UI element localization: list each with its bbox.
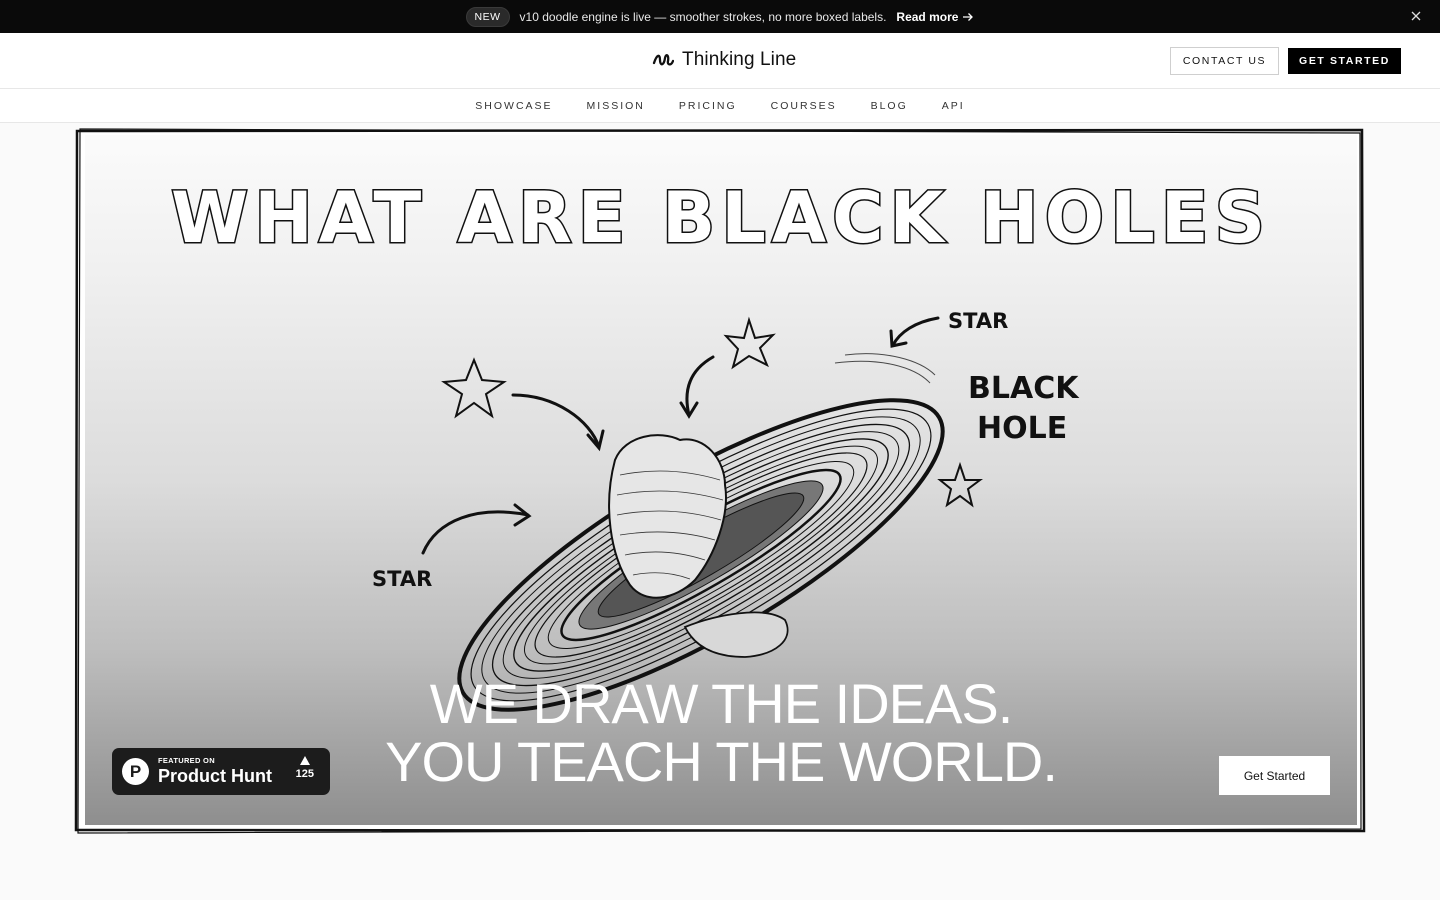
- product-hunt-logo-icon: P: [122, 758, 149, 785]
- read-more-link[interactable]: Read more: [896, 10, 974, 24]
- nav-item-blog[interactable]: BLOG: [871, 100, 908, 112]
- product-hunt-badge[interactable]: P FEATURED ON Product Hunt 125: [112, 748, 330, 795]
- brand-name: Thinking Line: [682, 49, 797, 70]
- nav-item-courses[interactable]: COURSES: [771, 100, 837, 112]
- label-star-top: STAR: [948, 309, 1009, 333]
- brand-logo[interactable]: Thinking Line: [652, 49, 796, 71]
- hero-image: WHAT ARE BLACK HOLES STAR BLACK HOLE STA…: [85, 135, 1357, 825]
- ph-featured-label: FEATURED ON: [158, 756, 215, 765]
- nav-item-showcase[interactable]: SHOWCASE: [475, 100, 552, 112]
- ph-vote-count: 125: [295, 768, 314, 780]
- announcement-bar: NEW v10 doodle engine is live — smoother…: [0, 0, 1440, 33]
- get-started-header-button[interactable]: GET STARTED: [1288, 48, 1401, 74]
- squiggle-logo-icon: [652, 54, 674, 66]
- new-badge: NEW: [465, 6, 510, 27]
- get-started-hero-button[interactable]: Get Started: [1219, 756, 1330, 795]
- ph-votes: 125: [296, 756, 314, 780]
- announcement-message: v10 doodle engine is live — smoother str…: [519, 9, 887, 24]
- ph-name: Product Hunt: [158, 766, 272, 786]
- hero-section: WHAT ARE BLACK HOLES STAR BLACK HOLE STA…: [74, 127, 1366, 834]
- read-more-label: Read more: [896, 9, 959, 24]
- nav-item-mission[interactable]: MISSION: [587, 100, 645, 112]
- label-star-left: STAR: [372, 567, 433, 591]
- label-hole: HOLE: [977, 411, 1068, 446]
- close-icon[interactable]: [1408, 8, 1424, 24]
- arrow-right-icon: [963, 12, 974, 21]
- headline-line-1: WE DRAW THE IDEAS.: [429, 672, 1014, 735]
- nav-item-pricing[interactable]: PRICING: [679, 100, 737, 112]
- main-nav: SHOWCASE MISSION PRICING COURSES BLOG AP…: [0, 89, 1440, 123]
- upvote-triangle-icon: [299, 756, 310, 765]
- nav-item-api[interactable]: API: [942, 100, 965, 112]
- contact-us-button[interactable]: CONTACT US: [1170, 47, 1279, 75]
- label-black: BLACK: [968, 371, 1079, 406]
- site-header: Thinking Line CONTACT US GET STARTED: [0, 33, 1440, 89]
